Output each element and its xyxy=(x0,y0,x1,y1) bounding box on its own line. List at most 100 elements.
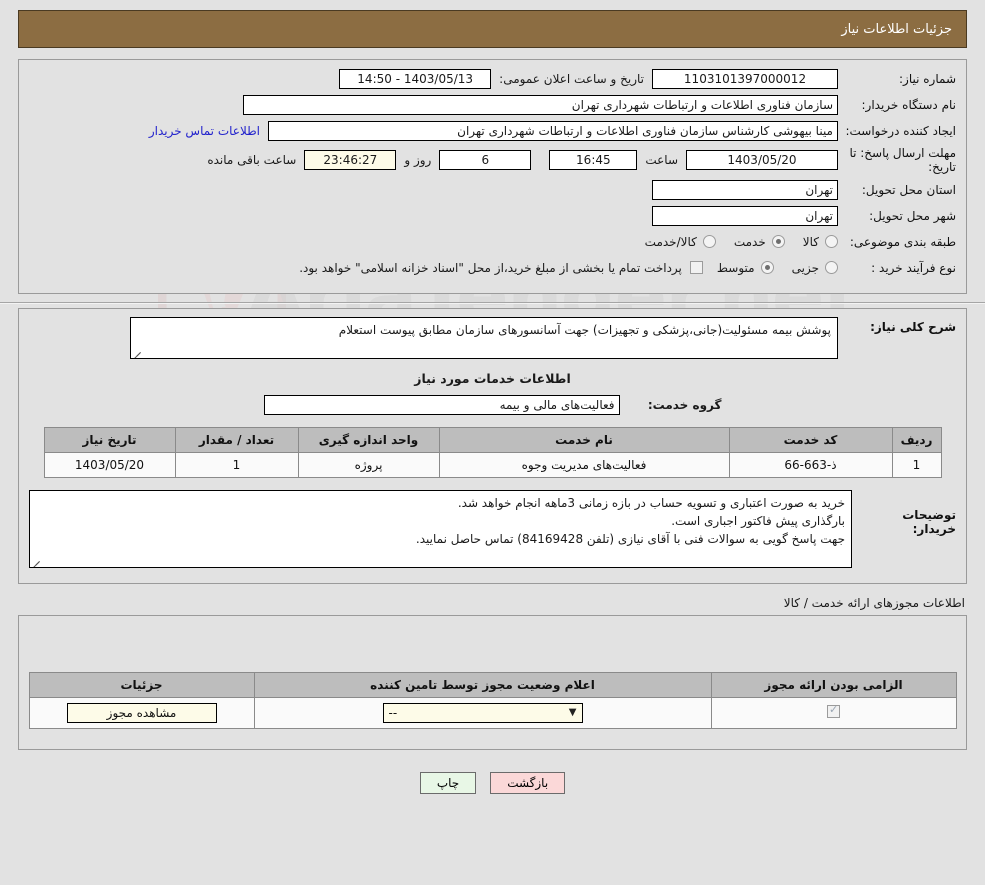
col-permit-details: جزئیات xyxy=(28,672,255,698)
remaining-days-value: 6 xyxy=(439,150,532,170)
radio-category-goods-service[interactable] xyxy=(702,235,716,248)
radio-process-minor[interactable] xyxy=(825,261,838,274)
category-radio-group: کالا خدمت کالا/خدمت xyxy=(631,235,838,249)
deadline-hour-label: ساعت xyxy=(645,153,678,167)
category-label: طبقه بندی موضوعی: xyxy=(849,234,956,249)
remaining-days-label: روز و xyxy=(404,153,432,167)
page-title: جزئیات اطلاعات نیاز xyxy=(841,21,952,37)
col-permit-status: اعلام وضعیت مجوز توسط تامین کننده xyxy=(253,672,712,698)
permits-table-header-row: الزامی بودن ارائه مجوز اعلام وضعیت مجوز … xyxy=(28,672,957,698)
section-divider xyxy=(0,302,985,304)
resize-grip-icon[interactable] xyxy=(133,348,142,357)
city-row: شهر محل تحویل: تهران xyxy=(29,205,956,226)
summary-label: شرح کلی نیاز: xyxy=(870,320,956,334)
permit-status-select[interactable]: ▼ -- xyxy=(382,703,583,723)
need-number-label: شماره نیاز: xyxy=(899,71,956,86)
col-code: کد خدمت xyxy=(728,427,893,453)
col-permit-required: الزامی بودن ارائه مجوز xyxy=(710,672,957,698)
buyer-org-label: نام دستگاه خریدار: xyxy=(861,97,957,112)
buyer-notes-row: توضیحات خریدار: خرید به صورت اعتباری و ت… xyxy=(29,490,956,568)
buyer-org-row: نام دستگاه خریدار: سازمان فناوری اطلاعات… xyxy=(29,94,956,115)
table-row: 1 ذ-663-66 فعالیت‌های مدیریت وجوه پروژه … xyxy=(43,452,942,478)
cell-index: 1 xyxy=(891,452,942,478)
need-details-panel: شرح کلی نیاز: پوشش بیمه مسئولیت(جانی،پزش… xyxy=(18,308,967,584)
view-permit-button[interactable]: مشاهده مجوز xyxy=(66,703,217,723)
need-number-value: 1103101397000012 xyxy=(652,68,838,89)
deadline-label: مهلت ارسال پاسخ: تا تاریخ: xyxy=(849,146,956,174)
cell-quantity: 1 xyxy=(174,452,299,478)
radio-category-goods-service-label: کالا/خدمت xyxy=(644,234,697,249)
services-section-title: اطلاعات خدمات مورد نیاز xyxy=(414,371,571,386)
chevron-down-icon: ▼ xyxy=(568,707,577,718)
buyer-note-line-2: بارگذاری پیش فاکتور اجباری است. xyxy=(671,514,845,528)
cell-permit-details: مشاهده مجوز xyxy=(28,697,255,729)
footer-button-bar: بازگشت چاپ xyxy=(0,772,985,794)
permits-panel: الزامی بودن ارائه مجوز اعلام وضعیت مجوز … xyxy=(18,615,967,750)
requester-row: ایجاد کننده درخواست: مینا بیهوشی کارشناس… xyxy=(29,120,956,141)
process-row: نوع فرآیند خرید : جزیی متوسط پرداخت تمام… xyxy=(29,257,956,278)
deadline-time-value: 16:45 xyxy=(549,150,638,170)
public-announce-value: 1403/05/13 - 14:50 xyxy=(339,68,492,89)
public-announce-label: تاریخ و ساعت اعلان عمومی: xyxy=(499,71,644,86)
service-group-row: گروه خدمت: فعالیت‌های مالی و بیمه xyxy=(29,394,956,415)
col-unit: واحد اندازه گیری xyxy=(297,427,440,453)
service-group-value: فعالیت‌های مالی و بیمه xyxy=(263,394,620,415)
cell-unit: پروژه xyxy=(297,452,440,478)
permits-table: الزامی بودن ارائه مجوز اعلام وضعیت مجوز … xyxy=(28,672,957,729)
province-row: استان محل تحویل: تهران xyxy=(29,179,956,200)
services-table-header-row: ردیف کد خدمت نام خدمت واحد اندازه گیری ت… xyxy=(43,427,942,453)
service-group-label: گروه خدمت: xyxy=(647,397,722,412)
radio-process-medium-label: متوسط xyxy=(716,260,755,275)
deadline-date-value: 1403/05/20 xyxy=(686,150,838,170)
need-number-row: شماره نیاز: 1103101397000012 تاریخ و ساع… xyxy=(29,68,956,89)
radio-category-service[interactable] xyxy=(771,235,785,248)
treasury-bond-note: پرداخت تمام یا بخشی از مبلغ خرید،از محل … xyxy=(299,260,682,275)
summary-textarea[interactable]: پوشش بیمه مسئولیت(جانی،پزشکی و تجهیزات) … xyxy=(130,317,838,359)
page-title-bar: جزئیات اطلاعات نیاز xyxy=(18,10,967,48)
radio-process-medium[interactable] xyxy=(760,261,774,274)
process-radio-group: جزیی متوسط xyxy=(703,261,838,275)
deadline-row: مهلت ارسال پاسخ: تا تاریخ: 1403/05/20 سا… xyxy=(29,146,956,174)
province-label: استان محل تحویل: xyxy=(861,182,956,197)
col-index: ردیف xyxy=(891,427,942,453)
radio-category-goods-label: کالا xyxy=(802,234,819,249)
permits-section-title: اطلاعات مجوزهای ارائه خدمت / کالا xyxy=(783,596,965,610)
cell-code: ذ-663-66 xyxy=(728,452,893,478)
permits-table-wrap: الزامی بودن ارائه مجوز اعلام وضعیت مجوز … xyxy=(19,616,966,729)
cell-permit-status: ▼ -- xyxy=(253,697,712,729)
process-label: نوع فرآیند خرید : xyxy=(871,260,956,275)
summary-row: شرح کلی نیاز: پوشش بیمه مسئولیت(جانی،پزش… xyxy=(29,317,956,359)
buyer-note-line-1: خرید به صورت اعتباری و تسویه حساب در باز… xyxy=(457,496,845,510)
buyer-contact-link[interactable]: اطلاعات تماس خریدار xyxy=(141,124,268,138)
buyer-org-value: سازمان فناوری اطلاعات و ارتباطات شهرداری… xyxy=(243,94,838,115)
permit-required-checkbox xyxy=(827,703,840,718)
need-info-panel: شماره نیاز: 1103101397000012 تاریخ و ساع… xyxy=(18,59,967,294)
print-button[interactable]: چاپ xyxy=(419,772,477,794)
services-table: ردیف کد خدمت نام خدمت واحد اندازه گیری ت… xyxy=(43,427,942,478)
city-value: تهران xyxy=(652,205,838,226)
radio-category-service-label: خدمت xyxy=(733,234,766,249)
province-value: تهران xyxy=(652,179,838,200)
col-need-date: تاریخ نیاز xyxy=(43,427,176,453)
cell-permit-required xyxy=(710,697,957,729)
permit-status-value: -- xyxy=(388,706,398,720)
cell-need-date: 1403/05/20 xyxy=(43,452,176,478)
services-table-wrap: ردیف کد خدمت نام خدمت واحد اندازه گیری ت… xyxy=(29,427,956,478)
category-row: طبقه بندی موضوعی: کالا خدمت کالا/خدمت xyxy=(29,231,956,252)
requester-value: مینا بیهوشی کارشناس سازمان فناوری اطلاعا… xyxy=(268,120,838,141)
cell-name: فعالیت‌های مدیریت وجوه xyxy=(438,452,730,478)
table-row: ▼ -- مشاهده مجوز xyxy=(28,697,957,729)
col-name: نام خدمت xyxy=(438,427,730,453)
resize-grip-icon[interactable] xyxy=(32,557,41,566)
summary-text: پوشش بیمه مسئولیت(جانی،پزشکی و تجهیزات) … xyxy=(338,323,831,337)
city-label: شهر محل تحویل: xyxy=(869,208,956,223)
treasury-bond-checkbox[interactable] xyxy=(689,261,703,274)
radio-process-minor-label: جزیی xyxy=(791,260,819,275)
requester-label: ایجاد کننده درخواست: xyxy=(845,123,956,138)
buyer-notes-textarea[interactable]: خرید به صورت اعتباری و تسویه حساب در باز… xyxy=(29,490,852,568)
buyer-notes-label: توضیحات خریدار: xyxy=(902,508,956,536)
radio-category-goods[interactable] xyxy=(825,235,838,248)
buyer-note-line-3: جهت پاسخ گویی به سوالات فنی با آقای نیاز… xyxy=(415,532,845,546)
back-button[interactable]: بازگشت xyxy=(490,772,566,794)
remaining-clock-label: ساعت باقی مانده xyxy=(207,153,297,167)
